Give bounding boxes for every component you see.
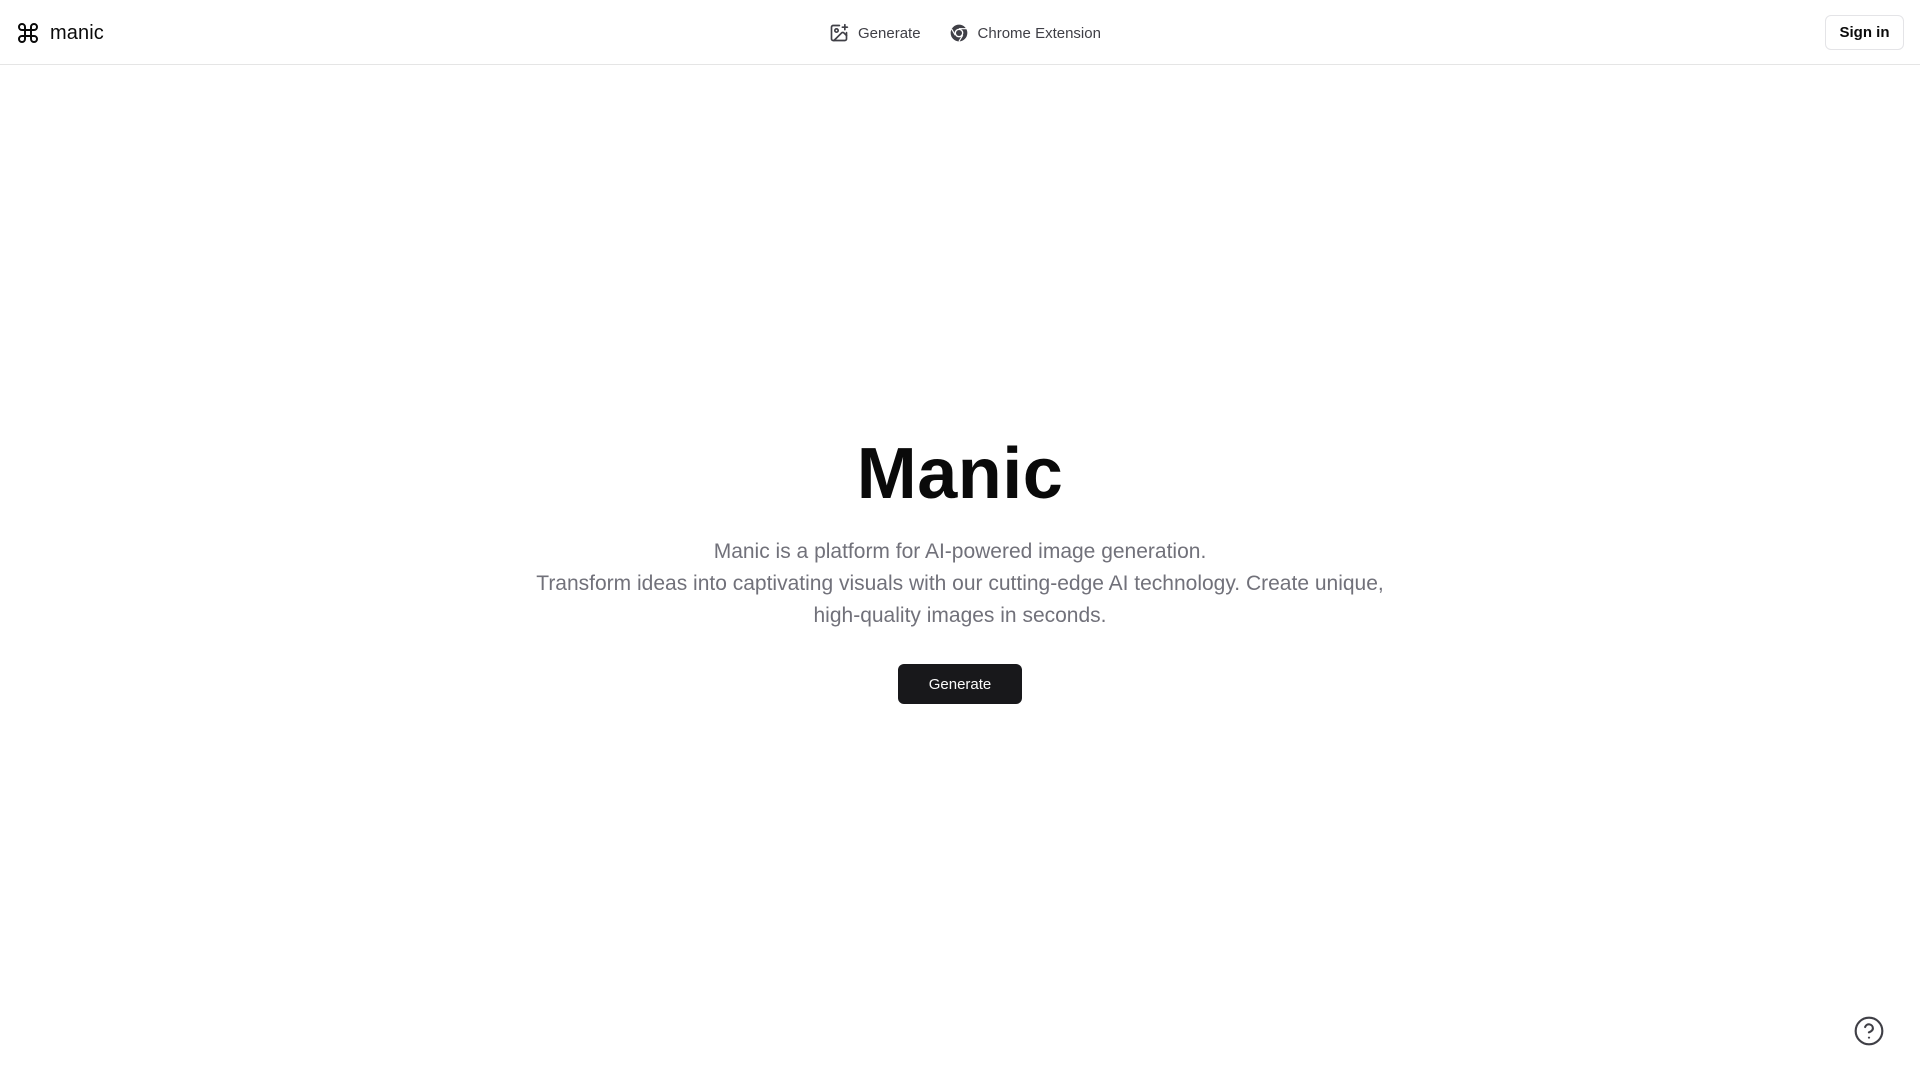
sign-in-button[interactable]: Sign in — [1825, 15, 1904, 50]
command-icon — [18, 23, 38, 43]
hero-section: Manic Manic is a platform for AI-powered… — [0, 430, 1920, 704]
help-button[interactable] — [1853, 1015, 1885, 1047]
image-plus-icon — [830, 23, 849, 42]
brand-name: manic — [50, 21, 104, 44]
hero-subtext: Transform ideas into captivating visuals… — [536, 572, 1384, 627]
help-circle-icon — [1854, 1016, 1884, 1046]
hero-title: Manic — [856, 434, 1064, 514]
nav-link-chrome-extension[interactable]: Chrome Extension — [949, 23, 1101, 43]
nav-label-generate: Generate — [858, 24, 921, 42]
main-nav: Generate Chrome Extension — [829, 19, 1101, 47]
hero-tagline: Manic is a platform for AI-powered image… — [713, 540, 1207, 563]
generate-cta-button[interactable]: Generate — [898, 664, 1022, 704]
hero-description: Manic is a platform for AI-powered image… — [520, 536, 1400, 632]
nav-label-chrome-extension: Chrome Extension — [977, 24, 1101, 42]
chrome-icon — [950, 24, 967, 42]
brand-logo-link[interactable]: manic — [16, 18, 104, 48]
nav-link-generate[interactable]: Generate — [829, 23, 921, 43]
top-navigation-bar: manic Generate Chrome Extension Sign in — [0, 0, 1920, 65]
